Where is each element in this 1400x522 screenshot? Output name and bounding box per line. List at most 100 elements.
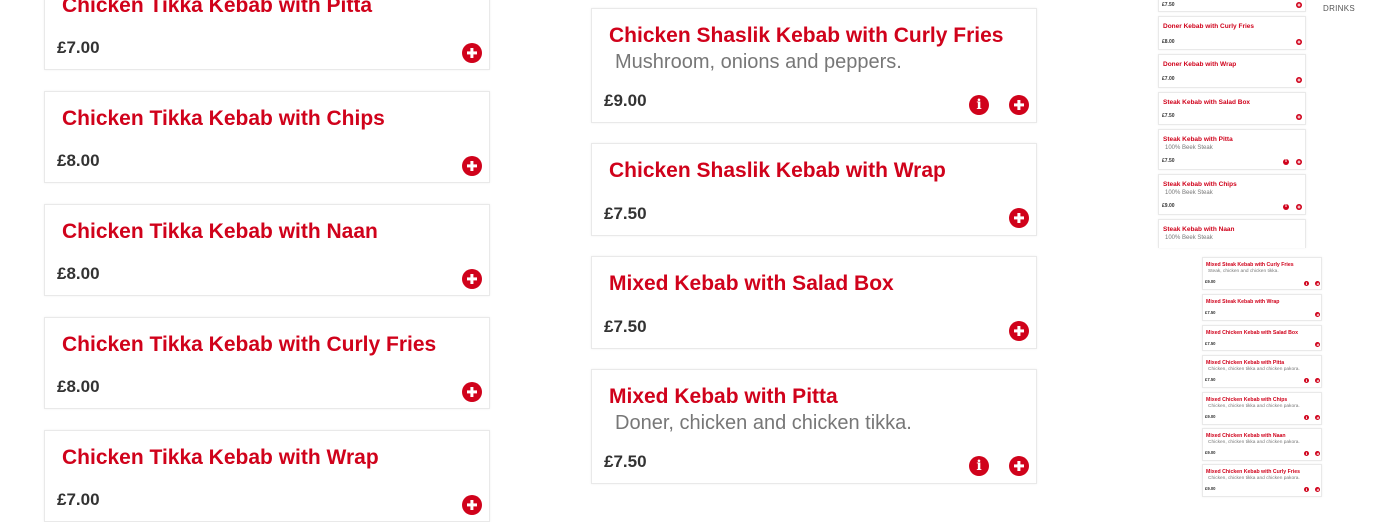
menu-item-price: £7.50 xyxy=(604,317,647,336)
menu-item-price: £9.00 xyxy=(1205,450,1216,455)
menu-item-price: £9.00 xyxy=(1205,279,1216,284)
plus-circle-icon[interactable] xyxy=(462,495,482,515)
menu-item-card: Mixed Chicken Kebab with Curly Fries Chi… xyxy=(1202,464,1322,497)
plus-circle-icon[interactable] xyxy=(462,156,482,176)
plus-circle-icon[interactable] xyxy=(462,269,482,289)
menu-item-name: Mixed Chicken Kebab with Salad Box xyxy=(1206,330,1298,336)
menu-item-name: Mixed Chicken Kebab with Naan xyxy=(1206,433,1286,439)
plus-circle-icon[interactable] xyxy=(1296,77,1302,83)
menu-item-name: Mixed Chicken Kebab with Pitta xyxy=(1206,360,1285,366)
menu-item-card: Chicken Shaslik Kebab with Curly Fries M… xyxy=(591,8,1037,123)
menu-item-description: 100% Beek Steak xyxy=(1165,145,1213,151)
menu-item-card: Chicken Tikka Kebab with Wrap £7.00 xyxy=(44,430,490,522)
menu-item-card: Mixed Chicken Kebab with Naan Chicken, c… xyxy=(1202,428,1322,461)
menu-item-name: Steak Kebab with Naan xyxy=(1163,226,1235,233)
menu-item-name: Chicken Shaslik Kebab with Curly Fries xyxy=(609,24,1004,47)
plus-circle-icon[interactable] xyxy=(1315,487,1320,492)
info-icon[interactable]: i xyxy=(1304,281,1309,286)
plus-circle-icon[interactable] xyxy=(1296,39,1302,45)
menu-item-name: Steak Kebab with Salad Box xyxy=(1163,99,1251,106)
menu-item-price: £7.50 xyxy=(604,204,647,223)
plus-circle-icon[interactable] xyxy=(1009,208,1029,228)
plus-circle-icon[interactable] xyxy=(1315,281,1320,286)
plus-circle-icon[interactable] xyxy=(1315,312,1320,317)
menu-item-description: Chicken, chicken tikka and chicken pakor… xyxy=(1208,367,1300,372)
plus-circle-icon[interactable] xyxy=(1315,451,1320,456)
menu-item-description: Chicken, chicken tikka and chicken pakor… xyxy=(1208,404,1300,409)
menu-item-price: £7.50 xyxy=(604,452,647,471)
menu-item-name: Mixed Chicken Kebab with Curly Fries xyxy=(1206,469,1300,475)
info-icon[interactable]: i xyxy=(969,95,989,115)
menu-item-card: £7.50 xyxy=(1158,0,1306,12)
menu-item-name: Doner Kebab with Wrap xyxy=(1163,61,1237,68)
plus-circle-icon[interactable] xyxy=(1296,2,1302,8)
plus-circle-icon[interactable] xyxy=(462,382,482,402)
menu-item-description: Doner, chicken and chicken tikka. xyxy=(615,412,912,434)
menu-item-description: 100% Beek Steak xyxy=(1165,190,1213,196)
menu-item-card: Mixed Chicken Kebab with Pitta Chicken, … xyxy=(1202,355,1322,388)
menu-item-name: Chicken Shaslik Kebab with Wrap xyxy=(609,159,946,182)
info-icon[interactable]: i xyxy=(1283,204,1289,210)
plus-circle-icon[interactable] xyxy=(1009,95,1029,115)
menu-item-card: Steak Kebab with Salad Box £7.50 xyxy=(1158,92,1306,125)
menu-item-card: Chicken Shaslik Kebab with Wrap £7.50 xyxy=(591,143,1037,236)
menu-item-card: Steak Kebab with Chips 100% Beek Steak £… xyxy=(1158,174,1306,215)
plus-circle-icon[interactable] xyxy=(1315,415,1320,420)
info-icon[interactable]: i xyxy=(1304,487,1309,492)
menu-item-name: Mixed Kebab with Pitta xyxy=(609,385,838,408)
menu-item-card: Mixed Chicken Kebab with Chips Chicken, … xyxy=(1202,392,1322,425)
plus-circle-icon[interactable] xyxy=(1296,159,1302,165)
menu-item-card: Mixed Kebab with Salad Box £7.50 xyxy=(591,256,1037,349)
menu-item-price: £7.00 xyxy=(1162,76,1175,82)
menu-item-name: Steak Kebab with Chips xyxy=(1163,181,1237,188)
menu-item-price: £8.00 xyxy=(1162,39,1175,45)
menu-item-name: Mixed Kebab with Salad Box xyxy=(609,272,894,295)
menu-item-name: Mixed Steak Kebab with Wrap xyxy=(1206,299,1280,305)
plus-circle-icon[interactable] xyxy=(1009,456,1029,476)
menu-item-card: Mixed Steak Kebab with Wrap £7.50 xyxy=(1202,294,1322,321)
menu-item-price: £8.00 xyxy=(57,151,100,170)
menu-item-description: Chicken, chicken tikka and chicken pakor… xyxy=(1208,476,1300,481)
nav-link-drinks[interactable]: DRINKS xyxy=(1323,4,1355,13)
menu-item-description: Mushroom, onions and peppers. xyxy=(615,51,902,73)
menu-item-card: Doner Kebab with Curly Fries £8.00 xyxy=(1158,16,1306,50)
info-icon[interactable]: i xyxy=(1283,159,1289,165)
menu-item-price: £9.00 xyxy=(1205,414,1216,419)
menu-item-card: Mixed Steak Kebab with Curly Fries Steak… xyxy=(1202,257,1322,290)
plus-circle-icon[interactable] xyxy=(1296,204,1302,210)
menu-item-name: Mixed Steak Kebab with Curly Fries xyxy=(1206,262,1294,268)
menu-item-card: Chicken Tikka Kebab with Chips £8.00 xyxy=(44,91,490,183)
menu-item-price: £7.50 xyxy=(1162,2,1175,8)
menu-item-price: £9.00 xyxy=(1162,203,1175,209)
menu-item-description: Chicken, chicken tikka and chicken pakor… xyxy=(1208,440,1300,445)
info-icon[interactable]: i xyxy=(1304,378,1309,383)
menu-item-price: £7.50 xyxy=(1162,113,1175,119)
menu-item-price: £7.50 xyxy=(1162,158,1175,164)
menu-item-card: Mixed Chicken Kebab with Salad Box £7.50 xyxy=(1202,325,1322,351)
menu-item-name: Doner Kebab with Curly Fries xyxy=(1163,23,1255,30)
menu-item-card: Steak Kebab with Naan 100% Beek Steak xyxy=(1158,219,1306,248)
menu-item-name: Chicken Tikka Kebab with Naan xyxy=(62,220,378,243)
plus-circle-icon[interactable] xyxy=(1315,378,1320,383)
info-icon[interactable]: i xyxy=(1304,451,1309,456)
menu-item-price: £7.00 xyxy=(57,38,100,57)
plus-circle-icon[interactable] xyxy=(1009,321,1029,341)
menu-item-price: £7.00 xyxy=(57,490,100,509)
menu-item-card: Mixed Kebab with Pitta Doner, chicken an… xyxy=(591,369,1037,484)
plus-circle-icon[interactable] xyxy=(462,43,482,63)
info-icon[interactable]: i xyxy=(969,456,989,476)
menu-item-name: Mixed Chicken Kebab with Chips xyxy=(1206,397,1288,403)
menu-item-description: Steak, chicken and chicken tikka. xyxy=(1208,269,1279,274)
plus-circle-icon[interactable] xyxy=(1315,342,1320,347)
menu-item-card: Chicken Tikka Kebab with Curly Fries £8.… xyxy=(44,317,490,409)
plus-circle-icon[interactable] xyxy=(1296,114,1302,120)
menu-item-card: Doner Kebab with Wrap £7.00 xyxy=(1158,54,1306,88)
menu-item-price: £8.00 xyxy=(57,264,100,283)
info-icon[interactable]: i xyxy=(1304,415,1309,420)
menu-item-name: Chicken Tikka Kebab with Pitta xyxy=(62,0,373,17)
menu-item-price: £9.00 xyxy=(604,91,647,110)
menu-item-price: £7.50 xyxy=(1205,377,1216,382)
menu-item-name: Chicken Tikka Kebab with Wrap xyxy=(62,446,379,469)
menu-item-name: Steak Kebab with Pitta xyxy=(1163,136,1233,143)
menu-item-description: 100% Beek Steak xyxy=(1165,235,1213,241)
